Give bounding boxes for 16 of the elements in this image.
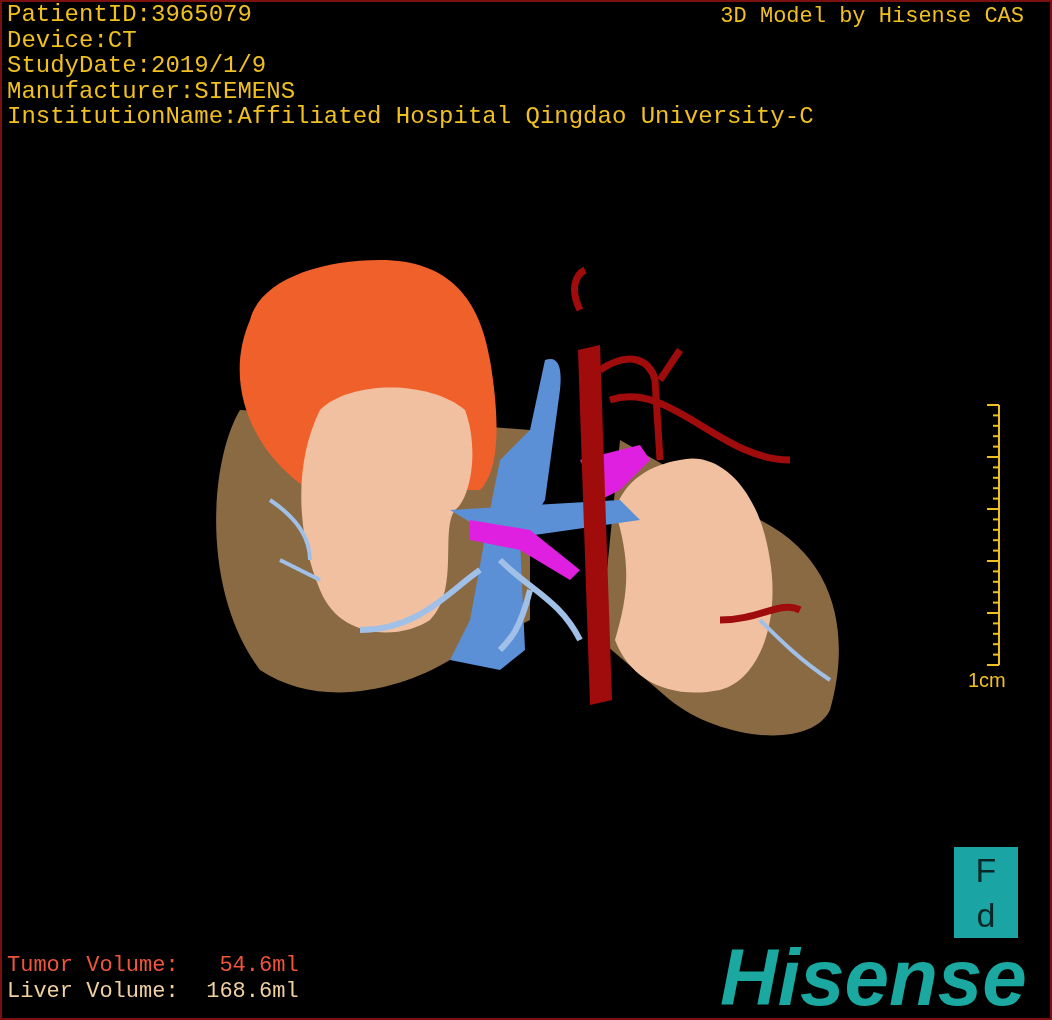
volume-value: 168.6ml (205, 979, 299, 1005)
credit-text: 3D Model by Hisense CAS (720, 4, 1024, 30)
orientation-label: F (975, 851, 997, 888)
volume-value: 54.6ml (218, 953, 299, 979)
volume-label: Liver Volume: (7, 979, 179, 1005)
study-info-text: Device:CT (7, 27, 137, 53)
brand-logo: Hisense (720, 940, 1027, 1016)
study-info-text: PatientID:3965079 (7, 2, 252, 28)
orientation-label: d (976, 897, 996, 934)
scale-ruler-icon (986, 403, 1001, 667)
scale-label: 1cm (968, 669, 1006, 691)
study-info-text: InstitutionName:Affiliated Hospital Qingdao University-C (7, 104, 814, 130)
study-info-text: StudyDate:2019/1/9 (7, 53, 267, 79)
volume-label: Tumor Volume: (7, 953, 179, 979)
study-info-text: Manufacturer:SIEMENS (7, 78, 296, 104)
orientation-cube[interactable]: F d (954, 847, 1018, 938)
